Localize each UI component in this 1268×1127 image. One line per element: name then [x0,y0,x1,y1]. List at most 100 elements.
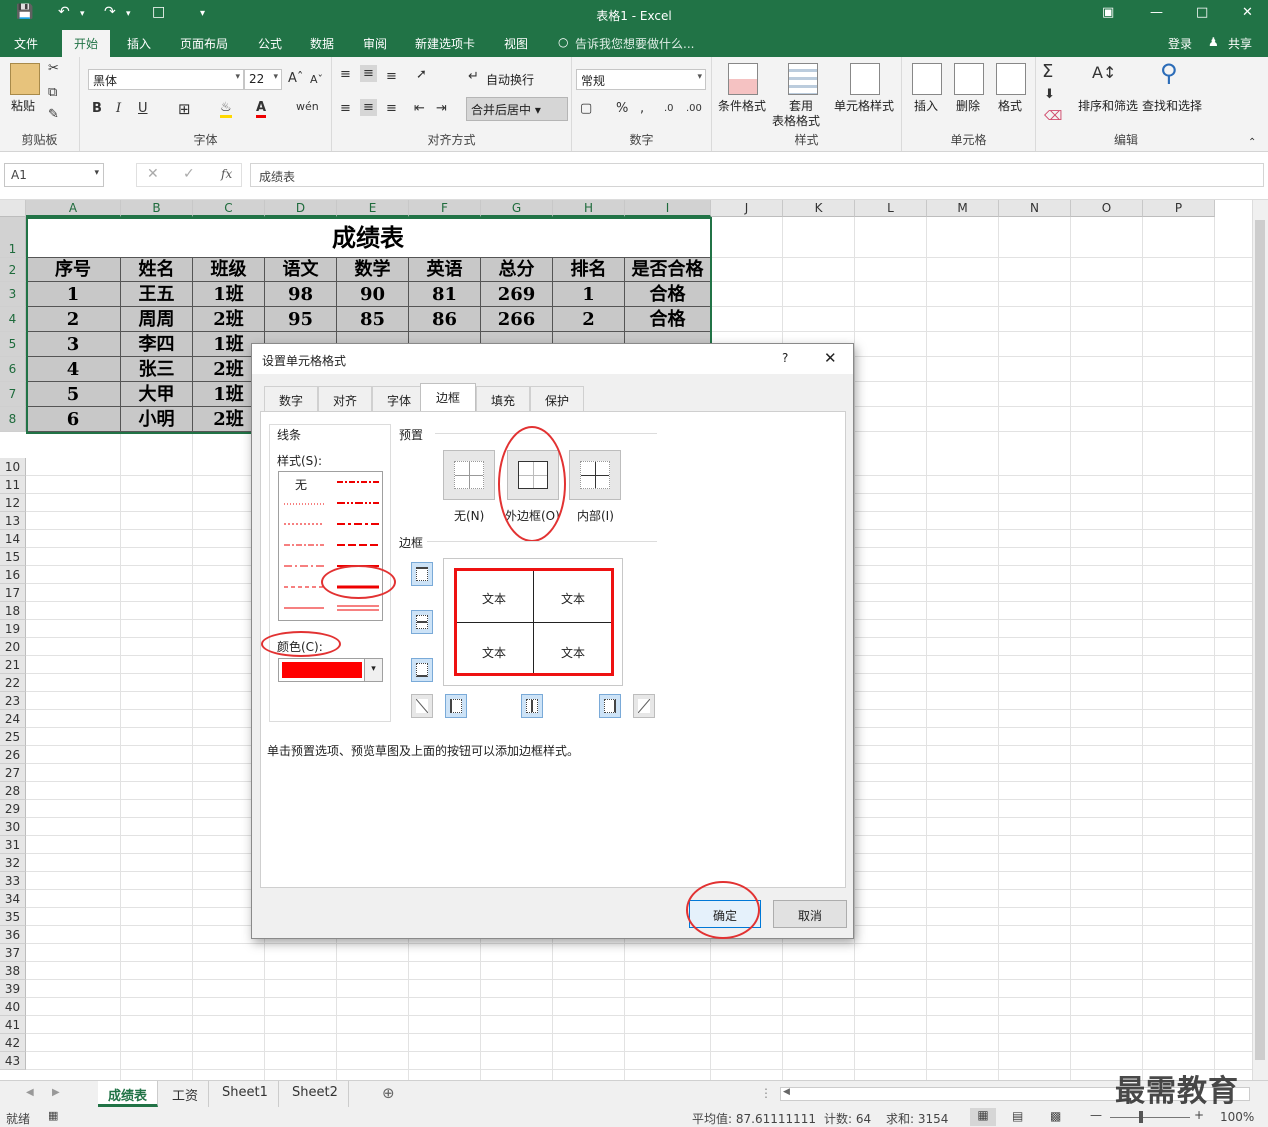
row-header-11[interactable]: 11 [0,476,26,494]
tab-border[interactable]: 边框 [420,383,476,412]
orientation-icon[interactable]: ➚ [416,67,427,82]
sheet-tab-sheet2[interactable]: Sheet2 [282,1081,349,1107]
preset-inside-button[interactable] [569,450,621,500]
column-header-E[interactable]: E [337,200,409,217]
accounting-format-icon[interactable]: ▢ [580,101,592,116]
delete-cells-icon[interactable] [954,63,984,95]
border-preview[interactable]: 文本 文本 文本 文本 [443,558,623,686]
row-header-15[interactable]: 15 [0,548,26,566]
sheet-tab-salary[interactable]: 工资 [162,1081,210,1107]
cancel-entry-icon[interactable]: ✕ [147,166,159,182]
sort-filter-button[interactable]: 排序和筛选 [1078,97,1138,114]
zoom-slider-thumb[interactable] [1139,1111,1143,1123]
bold-button[interactable]: B [92,101,102,116]
row-header-14[interactable]: 14 [0,530,26,548]
preset-none-button[interactable] [443,450,495,500]
row-header-32[interactable]: 32 [0,854,26,872]
delete-cells-button[interactable]: 删除 [956,97,980,114]
row-header-24[interactable]: 24 [0,710,26,728]
tab-review[interactable]: 审阅 [363,35,387,52]
color-picker[interactable]: ▾ [278,658,383,682]
row-header-43[interactable]: 43 [0,1052,26,1070]
row-header-20[interactable]: 20 [0,638,26,656]
border-left-button[interactable] [445,694,467,718]
sheet-tab-grades[interactable]: 成绩表 [98,1081,159,1107]
row-header-5[interactable]: 5 [0,332,26,357]
wrap-text-button[interactable]: 自动换行 [486,71,534,88]
column-header-K[interactable]: K [783,200,855,217]
row-header-16[interactable]: 16 [0,566,26,584]
zoom-slider[interactable] [1110,1117,1190,1118]
add-sheet-icon[interactable]: ⊕ [382,1084,395,1102]
format-as-table-icon[interactable] [788,63,818,95]
maximize-icon[interactable]: □ [1196,5,1208,20]
row-header-8[interactable]: 8 [0,407,26,432]
minimize-icon[interactable]: — [1150,5,1163,20]
name-box[interactable]: A1 ▾ [4,163,104,187]
find-select-icon[interactable]: ⚲ [1160,59,1178,87]
italic-button[interactable]: I [116,101,121,116]
row-header-18[interactable]: 18 [0,602,26,620]
dialog-close-icon[interactable]: ✕ [824,349,837,367]
row-header-35[interactable]: 35 [0,908,26,926]
format-cells-button[interactable]: 格式 [998,97,1022,114]
row-header-1[interactable]: 1 [0,217,26,258]
row-header-42[interactable]: 42 [0,1034,26,1052]
cut-icon[interactable]: ✂ [48,61,59,76]
column-header-N[interactable]: N [999,200,1071,217]
page-layout-view-icon[interactable]: ▤ [1012,1109,1023,1123]
confirm-entry-icon[interactable]: ✓ [183,166,195,182]
align-middle-icon[interactable]: ≡ [360,65,377,82]
row-header-34[interactable]: 34 [0,890,26,908]
number-format-combo[interactable]: 常规 ▾ [576,69,706,90]
insert-cells-button[interactable]: 插入 [914,97,938,114]
row-header-41[interactable]: 41 [0,1016,26,1034]
row-header-7[interactable]: 7 [0,382,26,407]
login-link[interactable]: 登录 [1168,35,1192,52]
row-header-12[interactable]: 12 [0,494,26,512]
find-select-button[interactable]: 查找和选择 [1142,97,1202,114]
row-header-2[interactable]: 2 [0,258,26,282]
next-sheet-icon[interactable]: ▶ [52,1087,60,1098]
row-header-6[interactable]: 6 [0,357,26,382]
row-header-10[interactable]: 10 [0,458,26,476]
grow-font-icon[interactable]: Aˆ [288,71,303,86]
cell-styles-button[interactable]: 单元格样式 [834,97,894,114]
comma-icon[interactable]: , [640,101,644,116]
column-header-F[interactable]: F [409,200,481,217]
format-cells-icon[interactable] [996,63,1026,95]
select-all-corner[interactable] [0,200,26,217]
tab-number[interactable]: 数字 [264,386,318,411]
tab-font[interactable]: 字体 [372,386,426,411]
column-header-P[interactable]: P [1143,200,1215,217]
row-header-27[interactable]: 27 [0,764,26,782]
row-header-28[interactable]: 28 [0,782,26,800]
format-painter-icon[interactable]: ✎ [48,107,59,122]
normal-view-icon[interactable]: ▦ [970,1108,996,1126]
conditional-format-button[interactable]: 条件格式 [718,97,766,114]
row-header-36[interactable]: 36 [0,926,26,944]
scroll-left-icon[interactable]: ◀ [783,1087,790,1097]
clear-icon[interactable]: ⌫ [1044,109,1062,124]
wrap-text-icon[interactable]: ↵ [468,69,479,84]
macro-record-icon[interactable]: ▦ [48,1109,58,1122]
tab-formulas[interactable]: 公式 [258,35,282,52]
row-header-25[interactable]: 25 [0,728,26,746]
paste-icon[interactable] [10,63,40,95]
align-right-icon[interactable]: ≡ [386,101,397,116]
border-diagonal-up-button[interactable] [411,694,433,718]
border-diagonal-down-button[interactable] [633,694,655,718]
tab-new-tab[interactable]: 新建选项卡 [415,35,475,52]
cancel-button[interactable]: 取消 [773,900,847,928]
border-middle-horizontal-button[interactable] [411,610,433,634]
collapse-ribbon-icon[interactable]: ⌃ [1248,137,1256,148]
row-header-22[interactable]: 22 [0,674,26,692]
column-header-C[interactable]: C [193,200,265,217]
merge-center-button[interactable]: 合并后居中 ▾ [466,97,568,121]
column-header-M[interactable]: M [927,200,999,217]
ribbon-display-icon[interactable]: ▣ [1102,5,1114,20]
row-header-3[interactable]: 3 [0,282,26,307]
tell-me-box[interactable]: 告诉我您想要做什么... [575,35,694,52]
tab-protection[interactable]: 保护 [530,386,584,411]
column-header-B[interactable]: B [121,200,193,217]
